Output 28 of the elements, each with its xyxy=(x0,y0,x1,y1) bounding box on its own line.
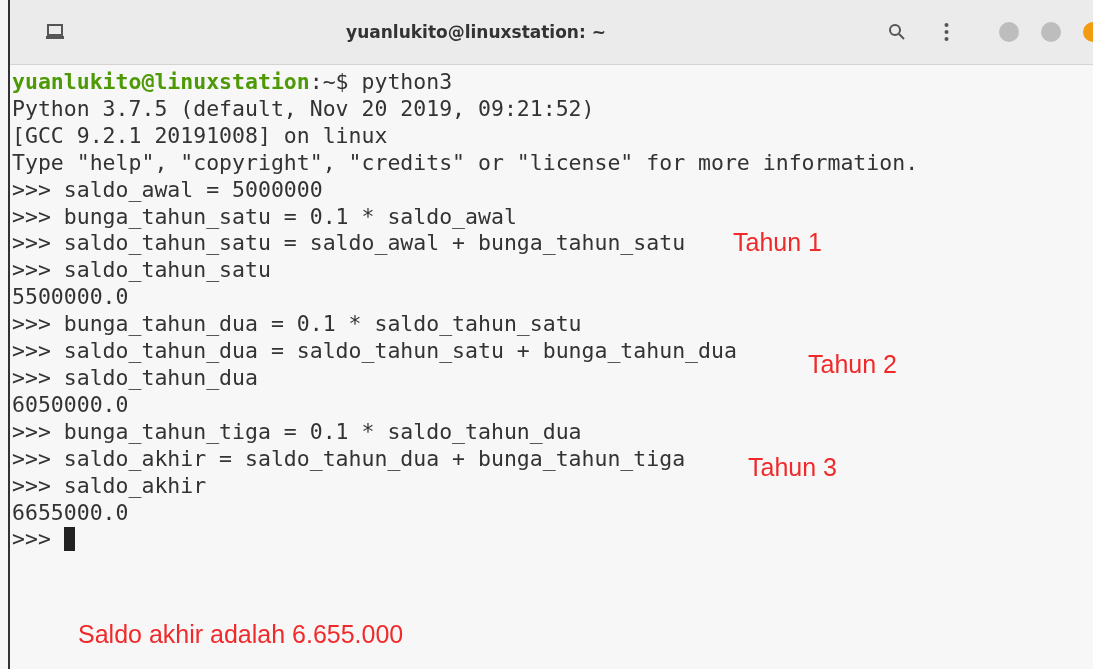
window-title: yuanlukito@linuxstation: ~ xyxy=(345,22,607,42)
command-line: >>> saldo_awal = 5000000 xyxy=(12,176,323,204)
annotation-label: Tahun 3 xyxy=(748,453,837,482)
prompt-command: :~$ python3 xyxy=(309,69,453,94)
output-line: 5500000.0 xyxy=(12,284,129,312)
text-cursor xyxy=(63,527,75,552)
menu-icon[interactable] xyxy=(944,22,949,42)
output-line: Type "help", "copyright", "credits" or "license" for more information. xyxy=(12,149,919,177)
command-line: >>> saldo_tahun_dua xyxy=(12,364,258,392)
command-line: >>> bunga_tahun_satu = 0.1 * saldo_awal xyxy=(12,203,517,231)
command-line: >>> saldo_akhir = saldo_tahun_dua + bunga_tahun_tiga xyxy=(12,445,686,473)
prompt-user-host: yuanlukito@linuxstation xyxy=(12,69,310,94)
command-line: >>> bunga_tahun_dua = 0.1 * saldo_tahun_satu xyxy=(12,311,582,339)
command-line: >>> bunga_tahun_tiga = 0.1 * saldo_tahun_dua xyxy=(12,418,582,446)
command-line: >>> saldo_tahun_satu xyxy=(12,257,271,285)
command-line: >>> saldo_akhir xyxy=(12,472,207,500)
output-line: Python 3.7.5 (default, Nov 20 2019, 09:21:52) xyxy=(12,95,595,123)
annotation-label: Tahun 1 xyxy=(733,228,822,257)
output-line: 6050000.0 xyxy=(12,391,129,419)
search-icon[interactable] xyxy=(888,23,906,41)
terminal-icon[interactable] xyxy=(46,24,64,40)
annotation-label: Tahun 2 xyxy=(808,350,897,379)
python-prompt: >>> xyxy=(12,526,51,552)
command-line: >>> saldo_tahun_satu = saldo_awal + bunga_tahun_satu xyxy=(12,230,686,258)
output-line: [GCC 9.2.1 20191008] on linux xyxy=(12,122,388,150)
output-line: 6655000.0 xyxy=(12,499,129,527)
annotation-label: Saldo akhir adalah 6.655.000 xyxy=(78,620,404,649)
command-line: >>> saldo_tahun_dua = saldo_tahun_satu + bunga_tahun_dua xyxy=(12,338,737,365)
